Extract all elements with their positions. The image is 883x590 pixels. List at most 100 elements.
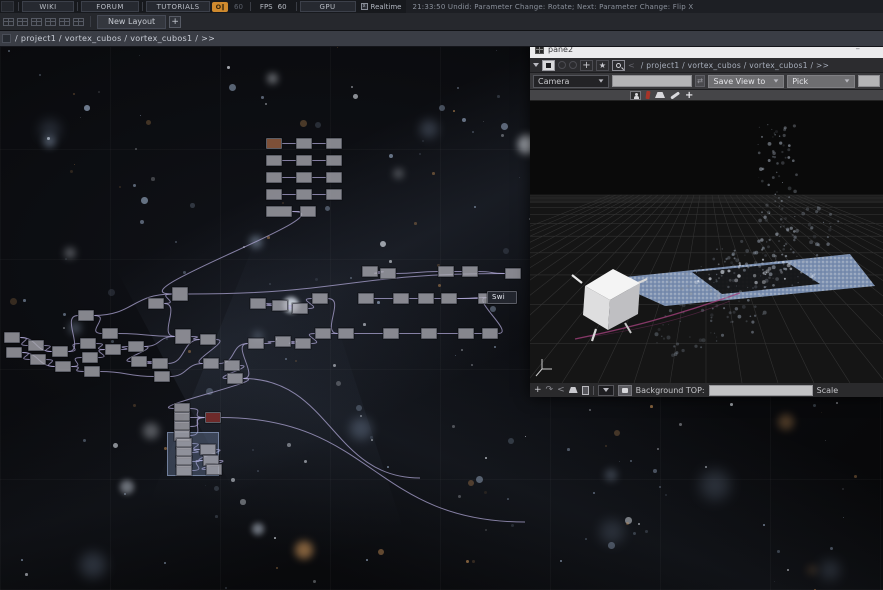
pick-dropdown[interactable]: Pick	[787, 75, 855, 88]
camera-dropdown[interactable]: Camera	[533, 75, 609, 88]
network-node[interactable]	[358, 293, 374, 304]
geometry-viewport[interactable]	[530, 101, 883, 383]
back-arrow-icon[interactable]: <	[557, 385, 565, 395]
save-view-dropdown[interactable]: Save View to	[708, 75, 784, 88]
network-node[interactable]	[227, 373, 243, 384]
network-node[interactable]	[300, 206, 316, 217]
mode-select[interactable]	[598, 385, 614, 396]
network-node[interactable]	[326, 155, 342, 166]
network-node[interactable]	[154, 371, 170, 382]
network-node[interactable]	[82, 352, 98, 363]
pause-play-badge[interactable]: O‖	[212, 2, 228, 12]
network-node[interactable]	[102, 328, 118, 339]
link-button[interactable]: ⇄	[695, 75, 706, 87]
layout-preset-icon[interactable]	[3, 18, 14, 26]
realtime-checkbox-icon[interactable]: x	[361, 3, 368, 10]
tutorials-button[interactable]: TUTORIALS	[146, 1, 210, 12]
page-icon[interactable]	[582, 386, 589, 395]
realtime-toggle[interactable]: x Realtime	[361, 3, 402, 11]
layout-preset-icon[interactable]	[31, 18, 42, 26]
network-node[interactable]	[128, 341, 144, 352]
layout-preset-icon[interactable]	[59, 18, 70, 26]
network-node[interactable]	[52, 346, 68, 357]
camera-person-icon[interactable]	[630, 91, 641, 100]
network-node[interactable]	[275, 336, 291, 347]
network-node[interactable]	[296, 138, 312, 149]
add-layout-button[interactable]: +	[169, 16, 181, 28]
gpu-button[interactable]: GPU	[300, 1, 356, 12]
network-node[interactable]	[458, 328, 474, 339]
add-toggle-icon[interactable]: +	[685, 91, 693, 100]
network-node[interactable]	[266, 155, 282, 166]
network-node[interactable]	[266, 206, 292, 217]
network-node[interactable]	[296, 155, 312, 166]
network-node[interactable]	[418, 293, 434, 304]
stop-button[interactable]	[542, 60, 555, 71]
partial-input[interactable]	[858, 75, 880, 87]
display-button[interactable]	[618, 385, 632, 396]
network-node[interactable]	[80, 338, 96, 349]
light-icon[interactable]	[655, 92, 665, 98]
network-node[interactable]	[438, 266, 454, 277]
switch-node[interactable]: Swi	[487, 291, 517, 304]
network-node[interactable]	[266, 138, 282, 149]
dim-circle-icon[interactable]	[558, 61, 566, 69]
network-node[interactable]	[203, 358, 219, 369]
path-home-icon[interactable]	[2, 34, 11, 43]
network-node[interactable]	[172, 287, 188, 301]
undo-arrow-icon[interactable]: ↷	[546, 385, 554, 395]
network-node[interactable]	[326, 172, 342, 183]
network-node[interactable]	[28, 340, 44, 351]
network-node[interactable]	[505, 268, 521, 279]
network-node[interactable]	[296, 172, 312, 183]
network-node[interactable]	[315, 328, 331, 339]
network-node[interactable]	[131, 356, 147, 367]
app-menu-button[interactable]	[1, 1, 14, 12]
network-node[interactable]	[206, 464, 222, 475]
network-node[interactable]	[292, 303, 308, 314]
add-button[interactable]: +	[580, 60, 593, 71]
favorite-button[interactable]: ★	[596, 60, 609, 71]
plus-icon[interactable]: +	[534, 385, 542, 395]
wiki-button[interactable]: WIKI	[22, 1, 74, 12]
network-node[interactable]	[295, 338, 311, 349]
camera-name-input[interactable]	[612, 75, 692, 87]
network-node[interactable]	[421, 328, 437, 339]
network-node[interactable]	[30, 354, 46, 365]
background-top-input[interactable]	[709, 385, 813, 396]
forum-button[interactable]: FORUM	[81, 1, 139, 12]
network-node[interactable]	[175, 329, 191, 344]
network-node[interactable]	[462, 266, 478, 277]
network-node[interactable]	[266, 172, 282, 183]
network-node[interactable]	[105, 344, 121, 355]
pan-icon[interactable]: <	[628, 61, 635, 70]
network-node[interactable]	[393, 293, 409, 304]
bone-icon[interactable]	[670, 91, 680, 99]
network-node[interactable]	[224, 360, 240, 371]
network-node[interactable]	[272, 300, 288, 311]
layout-tab-new-layout[interactable]: New Layout	[97, 15, 166, 29]
network-node[interactable]	[6, 347, 22, 358]
network-node[interactable]	[78, 310, 94, 321]
network-node[interactable]	[200, 334, 216, 345]
network-node[interactable]	[148, 298, 164, 309]
network-node[interactable]	[200, 444, 216, 455]
network-node[interactable]	[338, 328, 354, 339]
network-node[interactable]	[383, 328, 399, 339]
dim-circle-icon[interactable]	[569, 61, 577, 69]
network-node[interactable]	[4, 332, 20, 343]
network-node[interactable]	[296, 189, 312, 200]
layout-preset-icon[interactable]	[73, 18, 84, 26]
network-node[interactable]	[326, 189, 342, 200]
chevron-down-icon[interactable]	[533, 63, 539, 67]
network-node[interactable]	[152, 358, 168, 369]
network-node[interactable]	[84, 366, 100, 377]
network-node[interactable]	[266, 189, 282, 200]
network-node[interactable]	[248, 338, 264, 349]
network-node[interactable]	[312, 293, 328, 304]
network-node[interactable]	[176, 465, 192, 476]
network-node[interactable]	[482, 328, 498, 339]
network-node[interactable]	[55, 361, 71, 372]
search-button[interactable]	[612, 60, 625, 71]
network-breadcrumb[interactable]: / project1 / vortex_cubos / vortex_cubos…	[15, 34, 215, 43]
